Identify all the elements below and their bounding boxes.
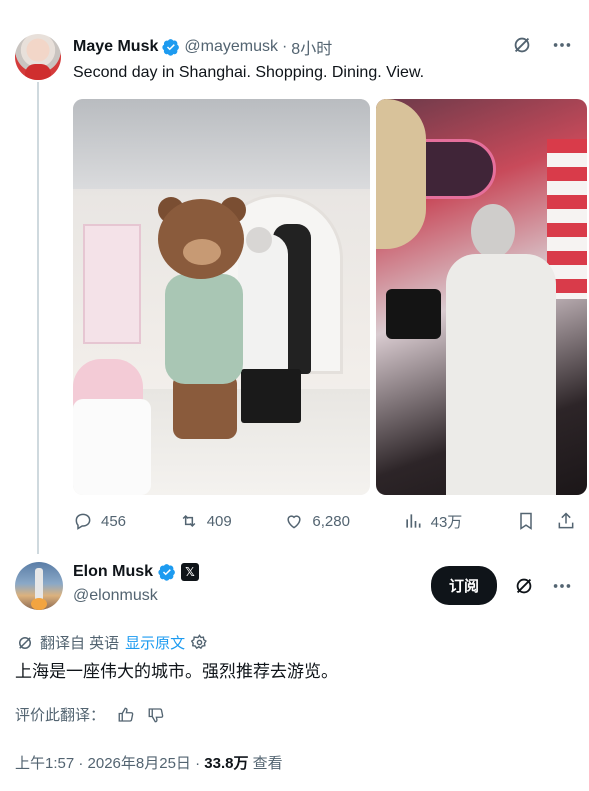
rate-translation: 评价此翻译： xyxy=(15,704,165,725)
verified-badge-icon xyxy=(158,564,175,581)
more-options-icon[interactable] xyxy=(551,34,573,56)
main-tweet-header-actions: 订阅 xyxy=(430,566,573,605)
translated-from-label: 翻译自 英语 xyxy=(40,635,120,652)
bear-muzzle xyxy=(183,239,221,265)
retweet-icon xyxy=(182,514,196,528)
tweet-header-maye: Maye Musk @mayemusk · 8小时 xyxy=(73,35,332,59)
rocket-graphic xyxy=(35,568,43,602)
separator: · xyxy=(281,38,288,55)
views-count: 43万 xyxy=(430,513,463,531)
reply-count: 456 xyxy=(101,512,127,530)
like-count: 6,280 xyxy=(312,512,350,530)
views-button[interactable]: 43万 xyxy=(403,511,463,532)
settings-icon[interactable] xyxy=(191,634,208,651)
grok-icon[interactable] xyxy=(513,575,535,597)
tweet-metadata: 上午1:57 · 2026年8月25日 · 33.8万 查看 xyxy=(15,752,283,773)
grok-icon xyxy=(19,636,31,649)
thumbs-up-icon[interactable] xyxy=(117,706,135,724)
verified-badge-icon xyxy=(162,39,180,56)
author-handle[interactable]: @elonmusk xyxy=(73,587,158,605)
tweet-time[interactable]: 8小时 xyxy=(291,35,332,59)
foreground-hair xyxy=(376,99,426,249)
subscribe-button[interactable]: 订阅 xyxy=(430,566,497,605)
avatar-elon[interactable] xyxy=(15,562,63,610)
timestamp[interactable]: 上午1:57 · 2026年8月25日 · xyxy=(15,755,200,772)
views-count: 33.8万 xyxy=(204,755,249,772)
wall-poster xyxy=(83,224,141,344)
camera xyxy=(386,289,441,339)
grok-icon[interactable] xyxy=(511,34,533,56)
like-button[interactable]: 6,280 xyxy=(284,511,350,531)
tweet-header-elon: Elon Musk 𝕏 xyxy=(73,563,200,581)
more-options-icon[interactable] xyxy=(551,575,573,597)
action-right-group xyxy=(515,510,577,532)
views-label: 查看 xyxy=(252,755,283,772)
thread-connector xyxy=(37,82,39,554)
analytics-icon xyxy=(405,514,421,528)
author-name[interactable]: Elon Musk xyxy=(73,563,153,581)
author-name[interactable]: Maye Musk xyxy=(73,38,158,56)
translation-notice: 翻译自 英语 显示原文 xyxy=(16,632,208,653)
shopping-bag xyxy=(241,369,301,423)
retweet-count: 409 xyxy=(206,512,232,530)
x-affiliate-badge-icon[interactable]: 𝕏 xyxy=(181,563,200,581)
tweet-header-actions xyxy=(511,34,573,56)
display-table xyxy=(73,399,151,495)
bookmark-icon[interactable] xyxy=(515,510,537,532)
tweet-text: Second day in Shanghai. Shopping. Dining… xyxy=(73,64,425,81)
tweet-text: 上海是一座伟大的城市。强烈推荐去游览。 xyxy=(15,662,338,681)
woman-in-white xyxy=(238,234,288,374)
rocket-flame xyxy=(31,598,47,610)
bear-body xyxy=(165,274,243,384)
tweet-actions: 456 409 6,280 43万 xyxy=(73,510,577,532)
retweet-button[interactable]: 409 xyxy=(179,511,232,531)
author-handle[interactable]: @mayemusk xyxy=(184,38,278,56)
rate-translation-label: 评价此翻译： xyxy=(15,707,106,724)
reply-button[interactable]: 456 xyxy=(73,511,126,531)
woman-head xyxy=(246,227,272,253)
reply-icon xyxy=(75,513,91,530)
share-icon[interactable] xyxy=(555,510,577,532)
woman-white-shirt xyxy=(446,254,556,495)
show-original-link[interactable]: 显示原文 xyxy=(125,632,185,653)
woman-head xyxy=(471,204,515,258)
thumbs-down-icon[interactable] xyxy=(147,706,165,724)
heart-icon xyxy=(287,515,301,529)
avatar-maye[interactable] xyxy=(15,34,61,80)
media-gallery[interactable] xyxy=(73,99,587,495)
photo-crowd[interactable] xyxy=(376,99,587,495)
ceiling xyxy=(73,99,370,189)
photo-bear-store[interactable] xyxy=(73,99,370,495)
